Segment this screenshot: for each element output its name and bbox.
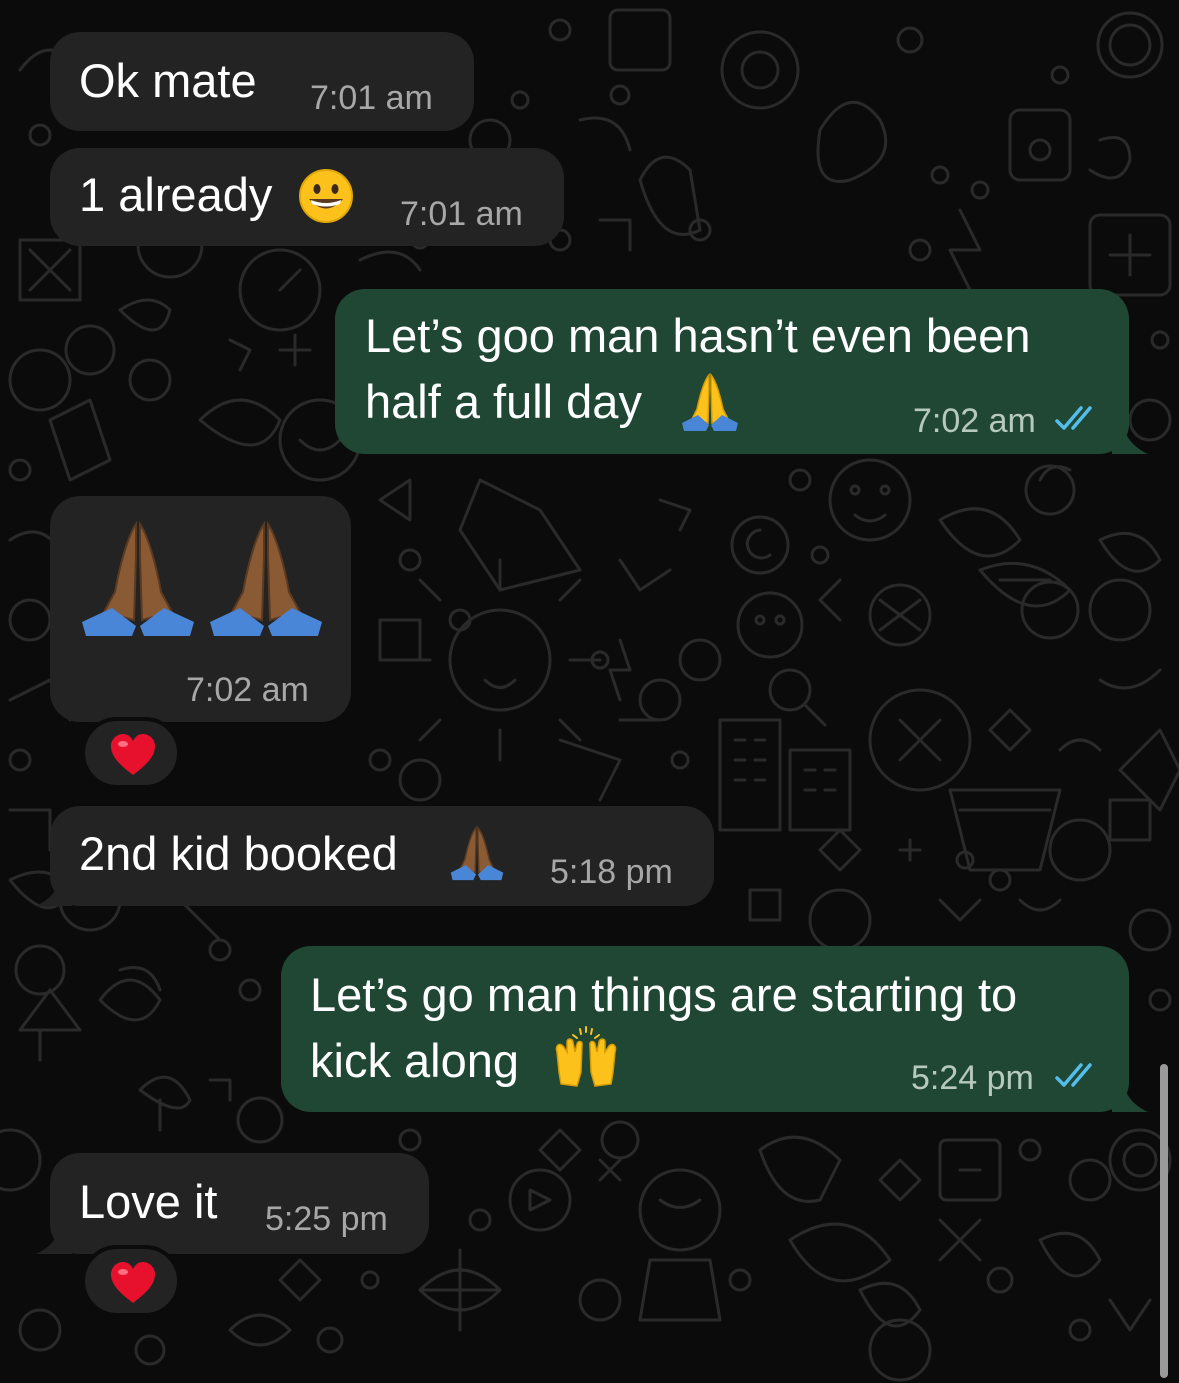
- chat-view: Ok mate 7:01 am 1 already 7:01 am Let’s …: [0, 0, 1179, 1383]
- message-reaction[interactable]: [81, 1245, 181, 1317]
- read-receipt-double-check-icon: [1055, 406, 1092, 430]
- bubble-tail-incoming: [36, 874, 72, 906]
- message-bubble-incoming[interactable]: 1 already 7:01 am: [50, 148, 564, 246]
- message-text-line-1: Let’s go man things are starting to: [310, 968, 1018, 1021]
- raising-hands-icon: [555, 1026, 617, 1087]
- grinning-face-icon: [299, 169, 353, 223]
- message-bubble-outgoing[interactable]: Let’s goo man hasn’t even been half a fu…: [335, 289, 1129, 454]
- folded-hands-medium-dark-icon: [210, 520, 322, 636]
- message-text: Love it: [79, 1175, 218, 1228]
- heart-icon: [111, 1262, 155, 1303]
- message-timestamp: 7:01 am: [310, 79, 433, 117]
- message-bubble-incoming[interactable]: 2nd kid booked 5:18 pm: [50, 806, 714, 906]
- message-bubble-incoming[interactable]: 7:02 am: [50, 496, 351, 722]
- message-text-line-2: half a full day: [365, 375, 642, 428]
- message-timestamp: 5:24 pm: [911, 1059, 1034, 1097]
- message-text: Ok mate: [79, 54, 257, 107]
- message-timestamp: 5:18 pm: [550, 853, 673, 891]
- message-text-line-2: kick along: [310, 1034, 519, 1087]
- scrollbar[interactable]: [1160, 1064, 1168, 1378]
- message-text: 1 already: [79, 168, 273, 221]
- message-reaction[interactable]: [81, 717, 181, 789]
- folded-hands-icon: [682, 372, 738, 431]
- bubble-tail-outgoing: [1112, 422, 1148, 454]
- folded-hands-medium-dark-icon: [82, 520, 194, 636]
- message-bubble-incoming[interactable]: Love it 5:25 pm: [50, 1153, 429, 1254]
- message-timestamp: 7:02 am: [186, 671, 309, 709]
- message-text-line-1: Let’s goo man hasn’t even been: [365, 309, 1031, 362]
- message-bubble-outgoing[interactable]: Let’s go man things are starting to kick…: [281, 946, 1129, 1112]
- message-timestamp: 7:01 am: [400, 195, 523, 233]
- bubble-tail-outgoing: [1112, 1080, 1148, 1112]
- message-timestamp: 7:02 am: [913, 402, 1036, 440]
- heart-icon: [111, 734, 155, 775]
- folded-hands-medium-dark-icon: [450, 825, 504, 881]
- bubble-tail-incoming: [36, 1222, 72, 1254]
- message-text: 2nd kid booked: [79, 827, 398, 880]
- message-timestamp: 5:25 pm: [265, 1200, 388, 1238]
- message-bubble-incoming[interactable]: Ok mate 7:01 am: [50, 32, 474, 131]
- read-receipt-double-check-icon: [1055, 1063, 1092, 1087]
